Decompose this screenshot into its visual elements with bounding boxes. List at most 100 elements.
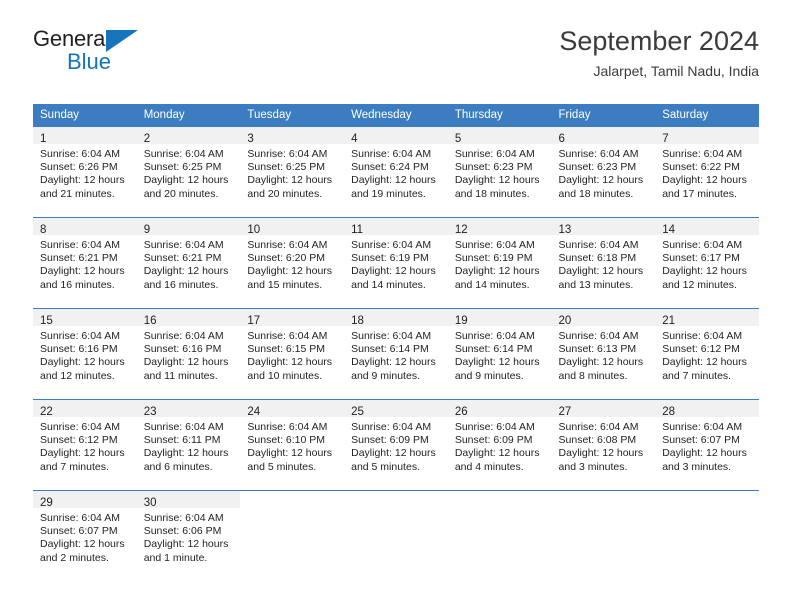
day-cell-inner: 27 Sunrise: 6:04 AM Sunset: 6:08 PM Dayligh… (551, 400, 656, 490)
calendar-day-cell[interactable]: 5 Sunrise: 6:04 AM Sunset: 6:23 PM Daylight… (447, 126, 552, 218)
day-cell-inner: 20 Sunrise: 6:04 AM Sunset: 6:13 PM Dayligh… (551, 309, 656, 399)
sunrise-text: Sunrise: 6:04 AM (662, 239, 743, 251)
calendar-day-cell[interactable]: 13 Sunrise: 6:04 AM Sunset: 6:18 PM Dayligh… (551, 217, 656, 309)
day-cell-body: Sunrise: 6:04 AM Sunset: 6:16 PM Daylight:… (137, 326, 241, 383)
daylight-text-line2: and 14 minutes. (351, 278, 426, 291)
calendar-day-cell[interactable]: 11 Sunrise: 6:04 AM Sunset: 6:19 PM Dayligh… (344, 217, 448, 309)
calendar-day-cell[interactable]: 3 Sunrise: 6:04 AM Sunset: 6:25 PM Daylight… (240, 126, 345, 218)
daylight-text-line1: Daylight: 12 hours (454, 447, 540, 460)
calendar-day-cell[interactable]: 19 Sunrise: 6:04 AM Sunset: 6:14 PM Dayligh… (447, 308, 552, 400)
day-cell-body (655, 508, 759, 512)
calendar-day-cell (655, 490, 759, 581)
calendar-day-cell[interactable]: 18 Sunrise: 6:04 AM Sunset: 6:14 PM Dayligh… (344, 308, 448, 400)
sunrise-text: Sunrise: 6:04 AM (40, 421, 120, 433)
daylight-text-line2: and 1 minute. (143, 551, 208, 564)
calendar-day-cell[interactable]: 28 Sunrise: 6:04 AM Sunset: 6:07 PM Dayligh… (655, 399, 759, 491)
daylight-text-line1: Daylight: 12 hours (454, 265, 540, 278)
calendar-day-cell[interactable]: 6 Sunrise: 6:04 AM Sunset: 6:23 PM Daylight… (551, 126, 656, 218)
day-cell-body: Sunrise: 6:04 AM Sunset: 6:14 PM Daylight:… (448, 326, 552, 383)
day-cell-inner (447, 491, 552, 581)
day-number-band: 22 (33, 400, 137, 418)
sunrise-text: Sunrise: 6:04 AM (454, 421, 535, 433)
sunrise-text: Sunrise: 6:04 AM (40, 330, 120, 342)
calendar-day-cell[interactable]: 16 Sunrise: 6:04 AM Sunset: 6:16 PM Dayligh… (136, 308, 241, 400)
day-cell-inner: 8 Sunrise: 6:04 AM Sunset: 6:21 PM Daylight… (33, 218, 137, 308)
calendar-day-cell[interactable]: 21 Sunrise: 6:04 AM Sunset: 6:12 PM Dayligh… (655, 308, 759, 400)
day-cell-body: Sunrise: 6:04 AM Sunset: 6:16 PM Daylight:… (33, 326, 137, 383)
day-cell-body: Sunrise: 6:04 AM Sunset: 6:19 PM Daylight:… (448, 235, 552, 292)
calendar-day-cell[interactable]: 30 Sunrise: 6:04 AM Sunset: 6:06 PM Dayligh… (136, 490, 241, 581)
daylight-text-line1: Daylight: 12 hours (454, 174, 540, 187)
day-cell-inner: 3 Sunrise: 6:04 AM Sunset: 6:25 PM Daylight… (240, 127, 345, 217)
weekday-header-wednesday: Wednesday (344, 104, 448, 127)
calendar-day-cell[interactable]: 22 Sunrise: 6:04 AM Sunset: 6:12 PM Dayligh… (33, 399, 137, 491)
daylight-text-line1: Daylight: 12 hours (40, 538, 125, 551)
sunset-text: Sunset: 6:13 PM (558, 343, 637, 356)
day-number: 28 (662, 406, 676, 418)
calendar-day-cell[interactable]: 26 Sunrise: 6:04 AM Sunset: 6:09 PM Dayligh… (447, 399, 552, 491)
day-number-band: 6 (551, 127, 656, 145)
day-cell-inner: 2 Sunrise: 6:04 AM Sunset: 6:25 PM Daylight… (136, 127, 241, 217)
page-subtitle: Jalarpet, Tamil Nadu, India (593, 63, 760, 80)
sunset-text: Sunset: 6:18 PM (558, 252, 637, 265)
sunset-text: Sunset: 6:10 PM (247, 434, 326, 447)
day-cell-body: Sunrise: 6:04 AM Sunset: 6:10 PM Daylight:… (240, 417, 344, 474)
daylight-text-line1: Daylight: 12 hours (558, 174, 644, 187)
day-number-band: 11 (344, 218, 448, 236)
calendar-day-cell[interactable]: 25 Sunrise: 6:04 AM Sunset: 6:09 PM Dayligh… (344, 399, 448, 491)
day-number: 26 (454, 406, 468, 418)
daylight-text-line1: Daylight: 12 hours (662, 174, 747, 187)
calendar-day-cell[interactable]: 2 Sunrise: 6:04 AM Sunset: 6:25 PM Daylight… (136, 126, 241, 218)
day-cell-inner: 21 Sunrise: 6:04 AM Sunset: 6:12 PM Dayligh… (655, 309, 759, 399)
sunrise-text: Sunrise: 6:04 AM (351, 330, 432, 342)
day-number: 13 (558, 224, 572, 236)
daylight-text-line2: and 17 minutes. (662, 187, 737, 200)
day-number-band: 27 (551, 400, 656, 418)
calendar-day-cell[interactable]: 9 Sunrise: 6:04 AM Sunset: 6:21 PM Daylight… (136, 217, 241, 309)
calendar-day-cell[interactable]: 10 Sunrise: 6:04 AM Sunset: 6:20 PM Dayligh… (240, 217, 345, 309)
day-number: 11 (351, 224, 364, 236)
daylight-text-line1: Daylight: 12 hours (40, 447, 125, 460)
calendar-day-cell[interactable]: 27 Sunrise: 6:04 AM Sunset: 6:08 PM Dayligh… (551, 399, 656, 491)
day-cell-inner: 23 Sunrise: 6:04 AM Sunset: 6:11 PM Dayligh… (136, 400, 241, 490)
day-number-band: 26 (447, 400, 552, 418)
calendar-day-cell[interactable]: 24 Sunrise: 6:04 AM Sunset: 6:10 PM Dayligh… (240, 399, 345, 491)
daylight-text-line1: Daylight: 12 hours (351, 174, 436, 187)
calendar-day-cell[interactable]: 1 Sunrise: 6:04 AM Sunset: 6:26 PM Daylight… (33, 126, 137, 218)
calendar-day-cell[interactable]: 12 Sunrise: 6:04 AM Sunset: 6:19 PM Dayligh… (447, 217, 552, 309)
daylight-text-line2: and 16 minutes. (143, 278, 219, 291)
sunrise-text: Sunrise: 6:04 AM (143, 330, 224, 342)
day-number-band (240, 491, 345, 508)
day-number: 6 (558, 133, 565, 145)
day-number-band (344, 491, 448, 508)
day-cell-inner: 6 Sunrise: 6:04 AM Sunset: 6:23 PM Daylight… (551, 127, 656, 217)
calendar-day-cell[interactable]: 7 Sunrise: 6:04 AM Sunset: 6:22 PM Daylight… (655, 126, 759, 218)
calendar-day-cell[interactable]: 4 Sunrise: 6:04 AM Sunset: 6:24 PM Daylight… (344, 126, 448, 218)
day-number-band: 23 (136, 400, 241, 418)
day-number: 10 (247, 224, 261, 236)
daylight-text-line2: and 7 minutes. (40, 460, 109, 473)
day-cell-inner: 17 Sunrise: 6:04 AM Sunset: 6:15 PM Dayligh… (240, 309, 345, 399)
day-cell-inner: 25 Sunrise: 6:04 AM Sunset: 6:09 PM Dayligh… (344, 400, 448, 490)
calendar-day-cell[interactable]: 17 Sunrise: 6:04 AM Sunset: 6:15 PM Dayligh… (240, 308, 345, 400)
day-cell-body: Sunrise: 6:04 AM Sunset: 6:23 PM Daylight:… (448, 144, 552, 201)
calendar-day-cell[interactable]: 20 Sunrise: 6:04 AM Sunset: 6:13 PM Dayligh… (551, 308, 656, 400)
sunrise-text: Sunrise: 6:04 AM (558, 421, 639, 433)
daylight-text-line2: and 8 minutes. (558, 369, 628, 382)
day-number: 29 (40, 497, 53, 509)
daylight-text-line2: and 11 minutes. (143, 369, 218, 382)
day-cell-body: Sunrise: 6:04 AM Sunset: 6:11 PM Daylight:… (137, 417, 241, 474)
daylight-text-line2: and 20 minutes. (143, 187, 219, 200)
calendar-day-cell[interactable]: 8 Sunrise: 6:04 AM Sunset: 6:21 PM Daylight… (33, 217, 137, 309)
calendar-day-cell[interactable]: 29 Sunrise: 6:04 AM Sunset: 6:07 PM Dayligh… (33, 490, 137, 581)
day-cell-inner: 16 Sunrise: 6:04 AM Sunset: 6:16 PM Dayligh… (136, 309, 241, 399)
day-number-band: 15 (33, 309, 137, 327)
calendar-day-cell[interactable]: 23 Sunrise: 6:04 AM Sunset: 6:11 PM Dayligh… (136, 399, 241, 491)
day-number-band: 30 (136, 491, 241, 509)
day-cell-inner: 10 Sunrise: 6:04 AM Sunset: 6:20 PM Dayligh… (240, 218, 345, 308)
sunrise-text: Sunrise: 6:04 AM (143, 148, 224, 160)
sunrise-text: Sunrise: 6:04 AM (40, 512, 120, 524)
calendar-day-cell[interactable]: 15 Sunrise: 6:04 AM Sunset: 6:16 PM Dayligh… (33, 308, 137, 400)
calendar-day-cell[interactable]: 14 Sunrise: 6:04 AM Sunset: 6:17 PM Dayligh… (655, 217, 759, 309)
sunset-text: Sunset: 6:25 PM (143, 161, 222, 174)
